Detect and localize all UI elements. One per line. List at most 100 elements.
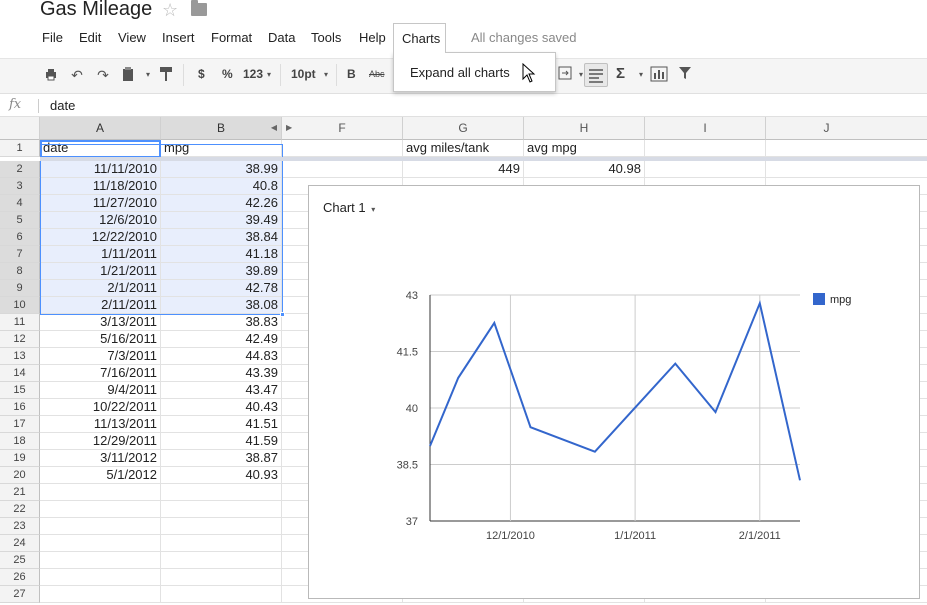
percent-format-button[interactable]: % xyxy=(222,67,233,81)
grid-cell[interactable]: 38.87 xyxy=(161,450,282,467)
print-icon[interactable] xyxy=(42,66,60,84)
number-format-dropdown-icon[interactable]: ▾ xyxy=(260,66,278,84)
grid-cell[interactable] xyxy=(161,501,282,518)
grid-cell[interactable]: 3/13/2011 xyxy=(40,314,161,331)
grid-cell[interactable]: 12/29/2011 xyxy=(40,433,161,450)
row-header[interactable]: 21 xyxy=(0,484,40,501)
insert-chart-icon[interactable] xyxy=(650,66,668,84)
grid-cell[interactable]: 10/22/2011 xyxy=(40,399,161,416)
grid-cell[interactable]: 40.8 xyxy=(161,178,282,195)
menu-insert[interactable]: Insert xyxy=(162,30,195,48)
grid-cell[interactable]: 7/3/2011 xyxy=(40,348,161,365)
column-header-a[interactable]: A xyxy=(40,117,161,140)
font-size-dropdown-icon[interactable]: ▾ xyxy=(317,66,335,84)
row-header[interactable]: 20 xyxy=(0,467,40,484)
grid-cell[interactable] xyxy=(40,586,161,603)
row-header[interactable]: 23 xyxy=(0,518,40,535)
functions-dropdown-icon[interactable]: ▾ xyxy=(632,66,650,84)
filter-icon[interactable] xyxy=(676,66,694,84)
menu-tools[interactable]: Tools xyxy=(311,30,341,48)
grid-cell[interactable]: avg miles/tank xyxy=(403,140,524,157)
grid-cell[interactable]: 2/11/2011 xyxy=(40,297,161,314)
row-header[interactable]: 1 xyxy=(0,140,40,157)
row-header[interactable]: 7 xyxy=(0,246,40,263)
grid-cell[interactable]: 40.43 xyxy=(161,399,282,416)
paste-icon[interactable] xyxy=(119,66,137,84)
row-header[interactable]: 11 xyxy=(0,314,40,331)
row-header[interactable]: 19 xyxy=(0,450,40,467)
grid-cell[interactable] xyxy=(40,518,161,535)
folder-icon[interactable] xyxy=(191,0,207,16)
menu-data[interactable]: Data xyxy=(268,30,295,48)
row-header[interactable]: 5 xyxy=(0,212,40,229)
grid-cell[interactable]: 5/16/2011 xyxy=(40,331,161,348)
grid-cell[interactable]: 43.39 xyxy=(161,365,282,382)
redo-icon[interactable]: ↷ xyxy=(94,66,112,84)
grid-cell[interactable]: avg mpg xyxy=(524,140,645,157)
grid-cell[interactable]: 38.99 xyxy=(161,161,282,178)
grid-cell[interactable] xyxy=(645,140,766,157)
row-header[interactable]: 26 xyxy=(0,569,40,586)
grid-cell[interactable]: 41.59 xyxy=(161,433,282,450)
row-header[interactable]: 4 xyxy=(0,195,40,212)
grid-cell[interactable] xyxy=(282,161,403,178)
menu-charts[interactable]: Charts xyxy=(393,23,446,53)
menu-format[interactable]: Format xyxy=(211,30,252,48)
grid-cell[interactable]: 12/22/2010 xyxy=(40,229,161,246)
grid-cell[interactable]: 42.78 xyxy=(161,280,282,297)
column-header-h[interactable]: H xyxy=(524,117,645,140)
grid-cell[interactable]: 9/4/2011 xyxy=(40,382,161,399)
column-b-collapse-icon[interactable]: ◀ xyxy=(271,117,277,139)
grid-cell[interactable]: 39.49 xyxy=(161,212,282,229)
row-header[interactable]: 2 xyxy=(0,161,40,178)
paint-format-icon[interactable] xyxy=(157,66,175,84)
grid-cell[interactable] xyxy=(40,535,161,552)
grid-cell[interactable]: 11/11/2010 xyxy=(40,161,161,178)
grid-cell[interactable] xyxy=(282,140,403,157)
grid-cell[interactable]: date xyxy=(40,140,161,157)
currency-format-button[interactable]: $ xyxy=(198,67,205,81)
row-header[interactable]: 10 xyxy=(0,297,40,314)
row-header[interactable]: 17 xyxy=(0,416,40,433)
grid-cell[interactable] xyxy=(40,569,161,586)
grid-cell[interactable] xyxy=(766,140,927,157)
grid-cell[interactable]: 5/1/2012 xyxy=(40,467,161,484)
grid-cell[interactable] xyxy=(161,552,282,569)
grid-cell[interactable]: 1/11/2011 xyxy=(40,246,161,263)
bold-button[interactable]: B xyxy=(347,67,356,81)
grid-cell[interactable]: 1/21/2011 xyxy=(40,263,161,280)
formula-input[interactable]: date xyxy=(50,98,75,113)
grid-cell[interactable]: 11/27/2010 xyxy=(40,195,161,212)
grid-cell[interactable]: 449 xyxy=(403,161,524,178)
grid-cell[interactable] xyxy=(645,161,766,178)
strikethrough-button[interactable]: Abc xyxy=(369,69,385,79)
wrap-text-button[interactable] xyxy=(584,63,608,87)
row-header[interactable]: 8 xyxy=(0,263,40,280)
row-header[interactable]: 13 xyxy=(0,348,40,365)
row-header[interactable]: 27 xyxy=(0,586,40,603)
column-header-g[interactable]: G xyxy=(403,117,524,140)
grid-cell[interactable] xyxy=(161,518,282,535)
fill-handle[interactable] xyxy=(280,312,285,317)
font-size-select[interactable]: 10pt xyxy=(291,67,316,81)
column-header-f[interactable]: ▶ F xyxy=(282,117,403,140)
grid-cell[interactable]: mpg xyxy=(161,140,282,157)
row-header[interactable]: 16 xyxy=(0,399,40,416)
row-header[interactable]: 14 xyxy=(0,365,40,382)
grid-cell[interactable]: 44.83 xyxy=(161,348,282,365)
row-header[interactable]: 12 xyxy=(0,331,40,348)
grid-cell[interactable] xyxy=(40,552,161,569)
grid-cell[interactable] xyxy=(161,569,282,586)
grid-cell[interactable] xyxy=(161,484,282,501)
grid-cell[interactable]: 40.93 xyxy=(161,467,282,484)
grid-cell[interactable]: 11/18/2010 xyxy=(40,178,161,195)
hidden-columns-expand-icon[interactable]: ▶ xyxy=(286,117,292,139)
row-header[interactable]: 22 xyxy=(0,501,40,518)
grid-cell[interactable] xyxy=(766,161,927,178)
frozen-row-divider[interactable] xyxy=(40,157,927,161)
grid-cell[interactable] xyxy=(40,501,161,518)
select-all-corner[interactable] xyxy=(0,117,40,140)
grid-cell[interactable]: 41.51 xyxy=(161,416,282,433)
chart-1[interactable]: Chart 1 ▾ 37 38.5 40 41.5 43 12/1/2010 1/1/201… xyxy=(308,185,920,599)
grid-cell[interactable]: 42.26 xyxy=(161,195,282,212)
